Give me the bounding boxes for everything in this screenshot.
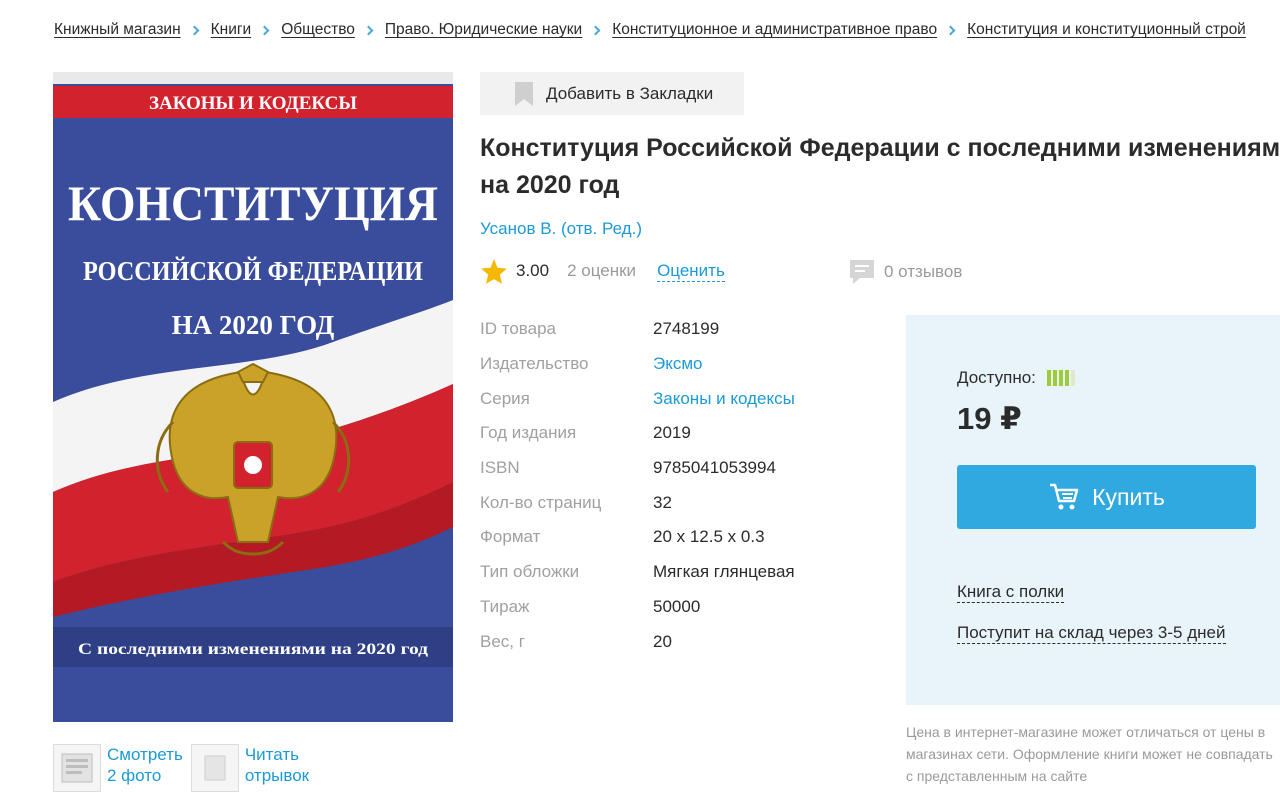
spec-label: ISBN <box>480 458 520 478</box>
breadcrumb-item-constitution[interactable]: Конституция и конституционный строй <box>967 21 1246 39</box>
book-cover-image[interactable]: ЗАКОНЫ И КОДЕКСЫ КОНСТИТУЦИЯ РОССИЙСКОЙ … <box>53 72 453 722</box>
spec-value: 50000 <box>653 596 701 616</box>
chevron-right-icon <box>945 25 956 35</box>
comment-icon <box>850 260 874 284</box>
reviews-count: 0 отзывов <box>884 262 963 281</box>
availability-label: Доступно: <box>957 368 1036 387</box>
breadcrumb-item-society[interactable]: Общество <box>281 21 355 39</box>
specs-table: ID товара 2748199 Издательство Эксмо Серия… <box>480 312 900 659</box>
spec-label: Тип обложки <box>480 562 580 582</box>
availability-bar <box>1058 370 1063 386</box>
spec-label: Тираж <box>480 596 530 616</box>
breadcrumb-item-books[interactable]: Книги <box>211 21 252 39</box>
add-bookmark-label: Добавить в Закладки <box>546 83 714 103</box>
breadcrumb-item-constitutional-law[interactable]: Конституционное и административное право <box>612 21 937 39</box>
series-link[interactable]: Законы и кодексы <box>653 389 795 409</box>
book-title: Конституция Российской Федерации с после… <box>480 134 1280 199</box>
spec-row-format: Формат 20 x 12.5 x 0.3 <box>480 520 900 555</box>
bookmark-icon <box>515 81 533 106</box>
spec-row-pages: Кол-во страниц 32 <box>480 485 900 520</box>
price-disclaimer: Цена в интернет-магазине может отличатьс… <box>906 724 1273 784</box>
add-bookmark-button[interactable]: Добавить в Закладки <box>480 72 744 115</box>
chevron-right-icon <box>363 25 374 35</box>
spec-row-print-run: Тираж 50000 <box>480 590 900 625</box>
availability: Доступно: <box>957 368 1077 388</box>
cover-series-text: ЗАКОНЫ И КОДЕКСЫ <box>149 93 357 114</box>
cover-subtitle-text: РОССИЙСКОЙ ФЕДЕРАЦИИ <box>83 256 423 286</box>
spec-label: Год издания <box>480 423 577 443</box>
spec-label: Издательство <box>480 354 589 374</box>
availability-indicator <box>1046 370 1077 386</box>
spec-row-cover-type: Тип обложки Мягкая глянцевая <box>480 555 900 590</box>
spec-label: ID товара <box>480 319 556 339</box>
buy-button[interactable]: Купить <box>957 465 1256 529</box>
breadcrumb-item-law[interactable]: Право. Юридические науки <box>385 21 582 39</box>
spec-label: Серия <box>480 388 530 408</box>
chevron-right-icon <box>259 25 270 35</box>
spec-row-publisher: Издательство Эксмо <box>480 347 900 382</box>
spec-value: 32 <box>653 492 672 512</box>
rating-count: 2 оценки <box>567 261 637 280</box>
spec-value: 9785041053994 <box>653 458 776 478</box>
read-excerpt-link[interactable]: Читать отрывок <box>245 744 309 786</box>
spec-row-isbn: ISBN 9785041053994 <box>480 451 900 486</box>
author-link[interactable]: Усанов В. (отв. Ред.) <box>480 219 642 239</box>
star-icon <box>481 258 507 284</box>
cover-year-text: НА 2020 ГОД <box>172 310 335 340</box>
cover-title-text: КОНСТИТУЦИЯ <box>68 175 438 231</box>
spec-row-id: ID товара 2748199 <box>480 312 900 347</box>
availability-bar <box>1070 370 1075 386</box>
availability-bar <box>1052 370 1057 386</box>
media-links: Смотреть 2 фото Читать отрывок <box>53 744 309 792</box>
rating-row: 3.00 2 оценки Оценить <box>480 256 725 286</box>
cover-bottom-text: С последними изменениями на 2020 год <box>78 641 428 658</box>
cart-icon <box>1050 483 1079 510</box>
rate-link[interactable]: Оценить <box>657 261 725 282</box>
breadcrumb-item-bookstore[interactable]: Книжный магазин <box>54 21 181 39</box>
spec-label: Вес, г <box>480 631 525 651</box>
publisher-link[interactable]: Эксмо <box>653 354 703 374</box>
buy-label: Купить <box>1092 483 1165 510</box>
rating-value: 3.00 <box>516 261 550 280</box>
spec-label: Кол-во страниц <box>480 492 602 512</box>
availability-bar <box>1064 370 1069 386</box>
spec-value: 20 x 12.5 x 0.3 <box>653 527 765 547</box>
spec-value: 20 <box>653 631 672 651</box>
stock-arrival-link[interactable]: Поступит на склад через 3-5 дней <box>957 622 1226 644</box>
spec-label: Формат <box>480 527 541 547</box>
chevron-right-icon <box>189 25 200 35</box>
book-from-shelf-link[interactable]: Книга с полки <box>957 581 1065 603</box>
page-thumbnail-icon[interactable] <box>190 744 239 792</box>
spec-value: 2748199 <box>653 319 720 339</box>
photo-thumbnail-icon[interactable] <box>53 744 101 792</box>
view-photos-link[interactable]: Смотреть 2 фото <box>107 744 183 786</box>
spec-row-year: Год издания 2019 <box>480 416 900 451</box>
reviews-link[interactable]: 0 отзывов <box>848 258 962 286</box>
buy-panel: Доступно: 19 ₽ Купить Книга с полки Пост… <box>906 315 1280 705</box>
availability-bar <box>1046 370 1051 386</box>
price: 19 ₽ <box>957 401 1022 436</box>
spec-row-weight: Вес, г 20 <box>480 624 900 659</box>
spec-value: Мягкая глянцевая <box>653 562 795 582</box>
spec-value: 2019 <box>653 423 691 443</box>
chevron-right-icon <box>590 25 601 35</box>
breadcrumb: Книжный магазин Книги Общество Право. Юр… <box>54 19 1246 41</box>
spec-row-series: Серия Законы и кодексы <box>480 381 900 416</box>
